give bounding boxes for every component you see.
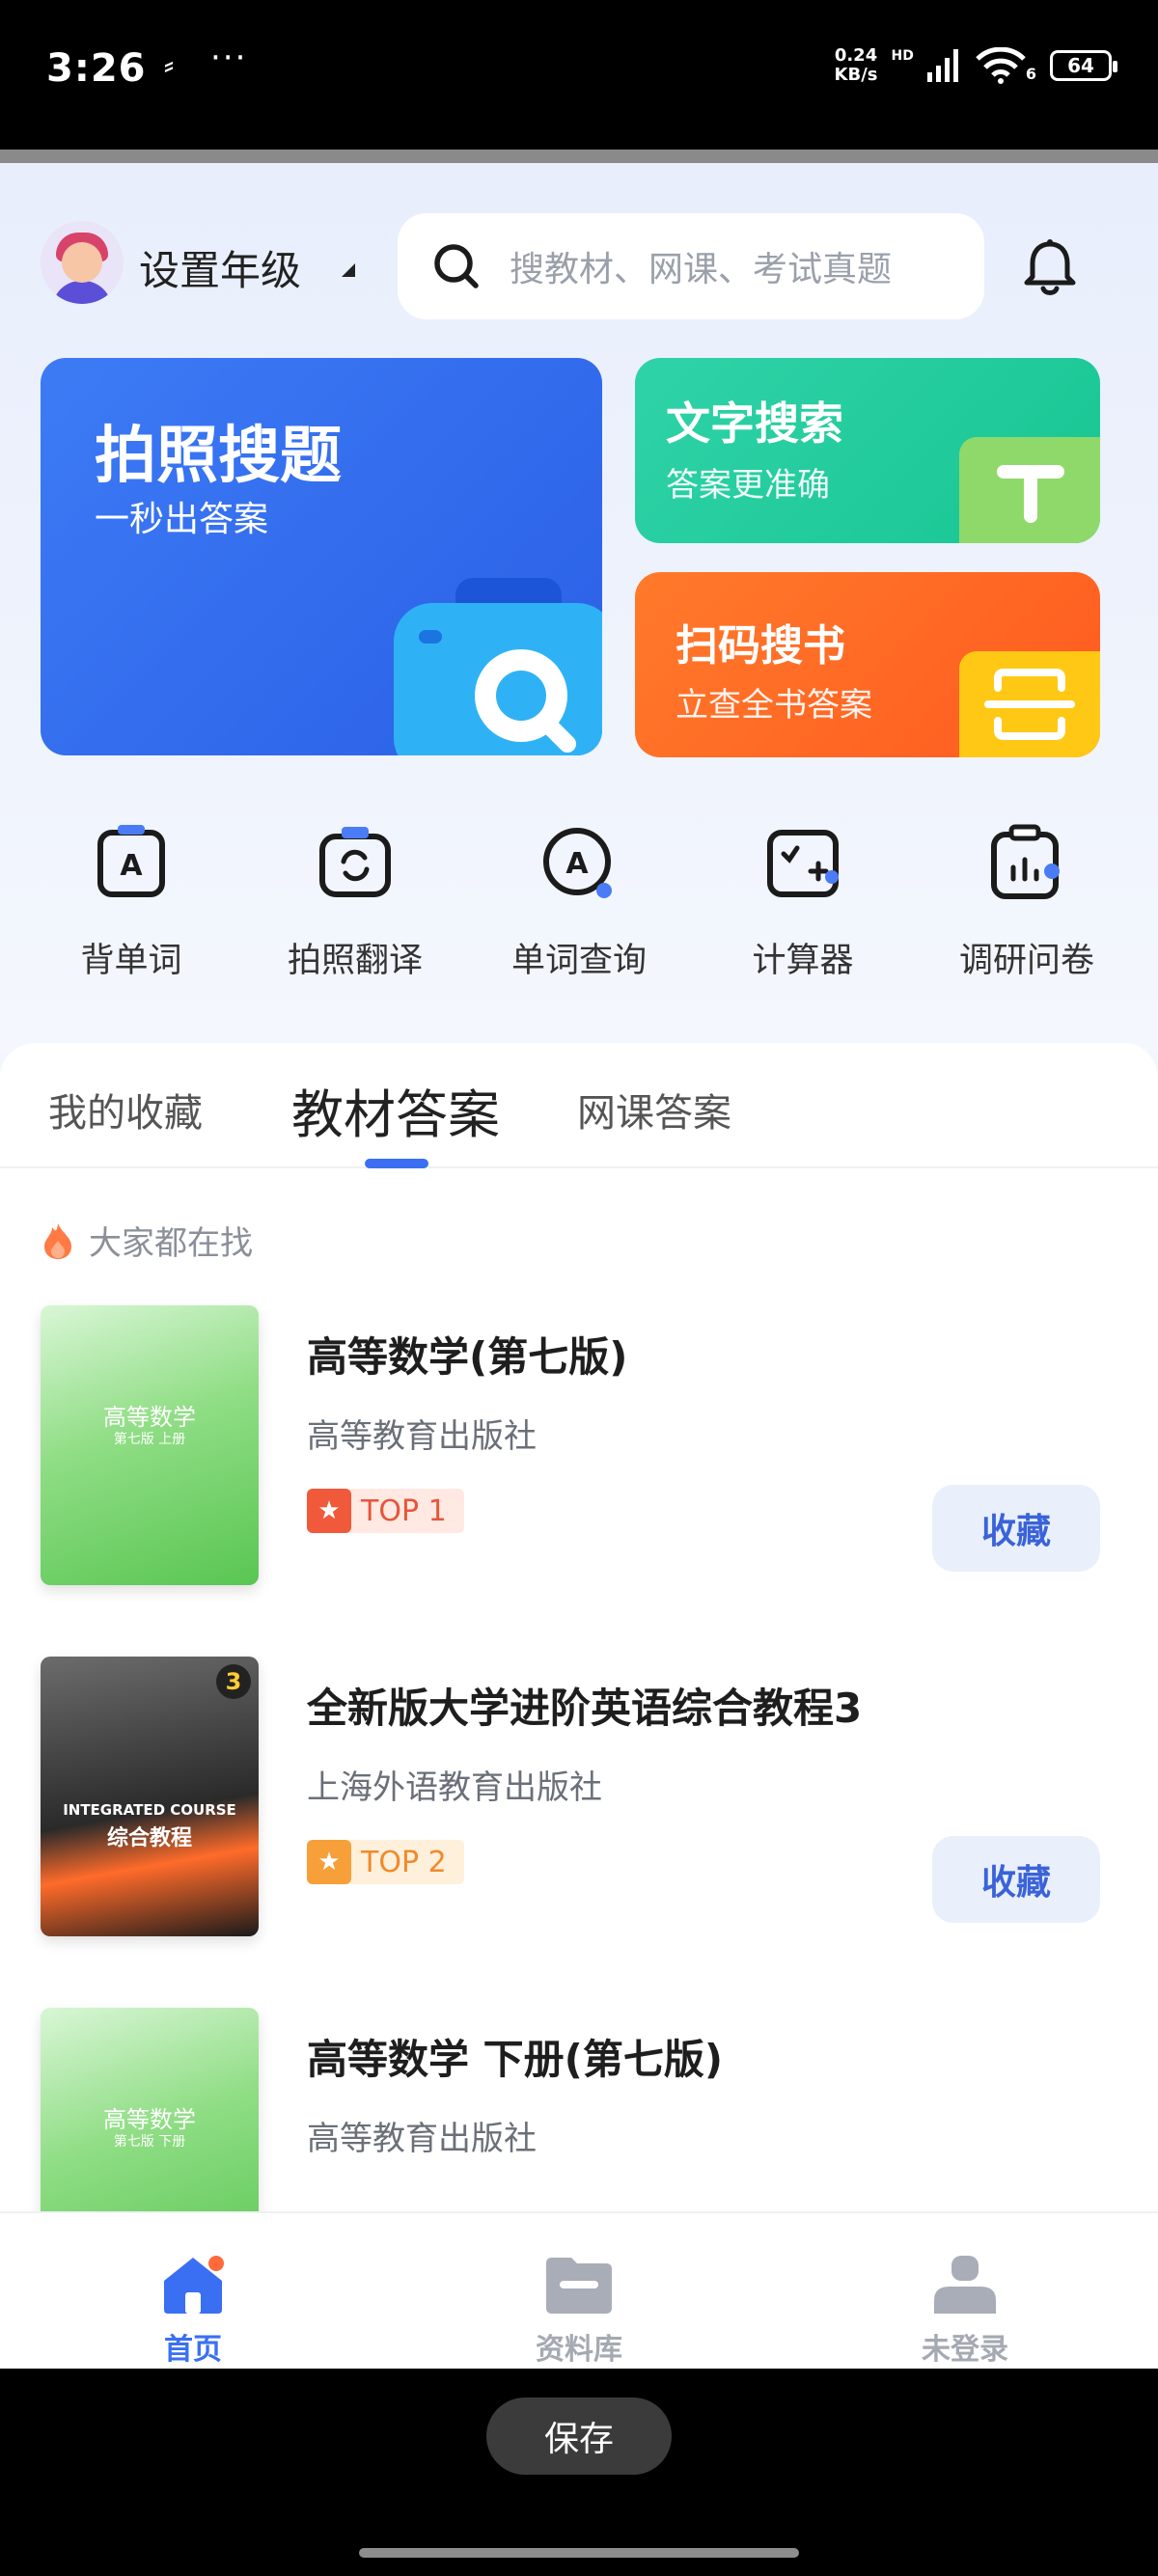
search-icon [434, 244, 479, 288]
avatar[interactable] [41, 221, 124, 304]
tool-survey[interactable]: 调研问卷 [930, 819, 1123, 993]
tab-textbook-answers[interactable]: 教材答案 [291, 1072, 500, 1148]
book-title: 全新版大学进阶英语综合教程3 [307, 1685, 863, 1732]
grade-selector[interactable]: 设置年级 [139, 238, 301, 297]
nav-library[interactable]: 资料库 [386, 2213, 772, 2369]
search-input[interactable]: 搜教材、网课、考试真题 [398, 213, 984, 319]
star-icon: ★ [307, 1840, 351, 1884]
book-title: 高等数学(第七版) [307, 1333, 628, 1381]
footer-bar: 保存 [0, 2369, 1158, 2576]
tab-bar: 我的收藏 教材答案 网课答案 [0, 1043, 1158, 1168]
home-icon [164, 2256, 224, 2314]
photo-search-subtitle: 一秒出答案 [95, 500, 269, 539]
favorite-button[interactable]: 收藏 [932, 1836, 1100, 1923]
nav-profile[interactable]: 未登录 [772, 2213, 1158, 2369]
tool-word-lookup[interactable]: A 单词查询 [482, 819, 676, 993]
tools-row: A 背单词 拍照翻译 A 单词查询 计算器 调研问卷 [0, 819, 1158, 993]
text-t-icon [959, 437, 1100, 543]
hd-badge: HD [891, 48, 914, 64]
network-speed: 0.24 KB/s [834, 45, 878, 85]
tool-calculator[interactable]: 计算器 [706, 819, 899, 993]
scan-book-title: 扫码搜书 [676, 621, 845, 671]
app-screen: 设置年级 搜教材、网课、考试真题 拍照搜题 一秒出答案 文字搜索 答案更准确 扫… [0, 150, 1158, 2369]
hot-section-header: 大家都在找 [41, 1217, 253, 1264]
book-publisher: 上海外语教育出版社 [307, 1768, 602, 1807]
save-button[interactable]: 保存 [486, 2398, 672, 2475]
bell-icon[interactable] [1021, 236, 1079, 298]
scan-book-card[interactable]: 扫码搜书 立查全书答案 [635, 572, 1100, 757]
caret-icon [342, 263, 355, 277]
book-item[interactable]: 3 INTEGRATED COURSE 综合教程 全新版大学进阶英语综合教程3 … [0, 1657, 1158, 1946]
status-time: 3:26 [46, 46, 147, 91]
notification-icon: ⸗ [164, 48, 174, 82]
book-item[interactable]: 高等数学 第七版 上册 高等数学(第七版) 高等教育出版社 ★ TOP 1 收藏 [0, 1305, 1158, 1595]
vocabulary-icon: A [97, 825, 165, 897]
book-cover: 高等数学 第七版 上册 [41, 1305, 259, 1585]
book-publisher: 高等教育出版社 [307, 1417, 537, 1456]
photo-translate-icon [319, 827, 391, 897]
scan-icon [959, 651, 1100, 757]
folder-icon [546, 2258, 612, 2314]
status-bar: 3:26 ⸗ ··· 0.24 KB/s HD 6 64 [0, 0, 1158, 150]
favorite-button[interactable]: 收藏 [932, 1485, 1100, 1572]
survey-icon [991, 824, 1060, 899]
wifi-icon [976, 47, 1026, 84]
book-cover: 3 INTEGRATED COURSE 综合教程 [41, 1657, 259, 1936]
user-icon [934, 2256, 996, 2314]
wifi-version: 6 [1025, 64, 1036, 83]
calculator-icon [767, 830, 839, 897]
battery-icon: 64 [1050, 50, 1117, 81]
scan-book-subtitle: 立查全书答案 [676, 686, 872, 725]
tab-my-favorites[interactable]: 我的收藏 [48, 1082, 203, 1137]
text-search-card[interactable]: 文字搜索 答案更准确 [635, 358, 1100, 543]
nav-home[interactable]: 首页 [0, 2213, 386, 2369]
rank-badge: ★ TOP 1 [307, 1489, 464, 1533]
book-publisher: 高等教育出版社 [307, 2120, 537, 2158]
tool-photo-translate[interactable]: 拍照翻译 [259, 819, 452, 993]
more-notifications-icon: ··· [210, 39, 248, 77]
camera-icon [394, 578, 602, 755]
signal-icon [926, 49, 958, 82]
fire-icon [44, 1222, 71, 1259]
text-search-title: 文字搜索 [666, 397, 843, 450]
status-right: 0.24 KB/s HD 6 64 [834, 45, 1117, 85]
tool-vocabulary[interactable]: A 背单词 [35, 819, 228, 993]
bottom-nav: 首页 资料库 未登录 [0, 2211, 1158, 2369]
svg-text:A: A [120, 849, 143, 883]
home-indicator[interactable] [359, 2548, 799, 2558]
photo-search-title: 拍照搜题 [95, 421, 342, 492]
content-panel: 我的收藏 教材答案 网课答案 大家都在找 高等数学 第七版 上册 高等数学(第七… [0, 1043, 1158, 2297]
star-icon: ★ [307, 1489, 351, 1533]
book-title: 高等数学 下册(第七版) [307, 2036, 724, 2083]
active-tab-indicator [365, 1159, 428, 1168]
tab-course-answers[interactable]: 网课答案 [577, 1082, 731, 1137]
svg-text:A: A [565, 847, 589, 881]
photo-search-card[interactable]: 拍照搜题 一秒出答案 [41, 358, 602, 755]
word-lookup-icon: A [543, 828, 612, 898]
rank-badge: ★ TOP 2 [307, 1840, 464, 1884]
text-search-subtitle: 答案更准确 [666, 466, 830, 505]
search-placeholder: 搜教材、网课、考试真题 [510, 250, 893, 289]
